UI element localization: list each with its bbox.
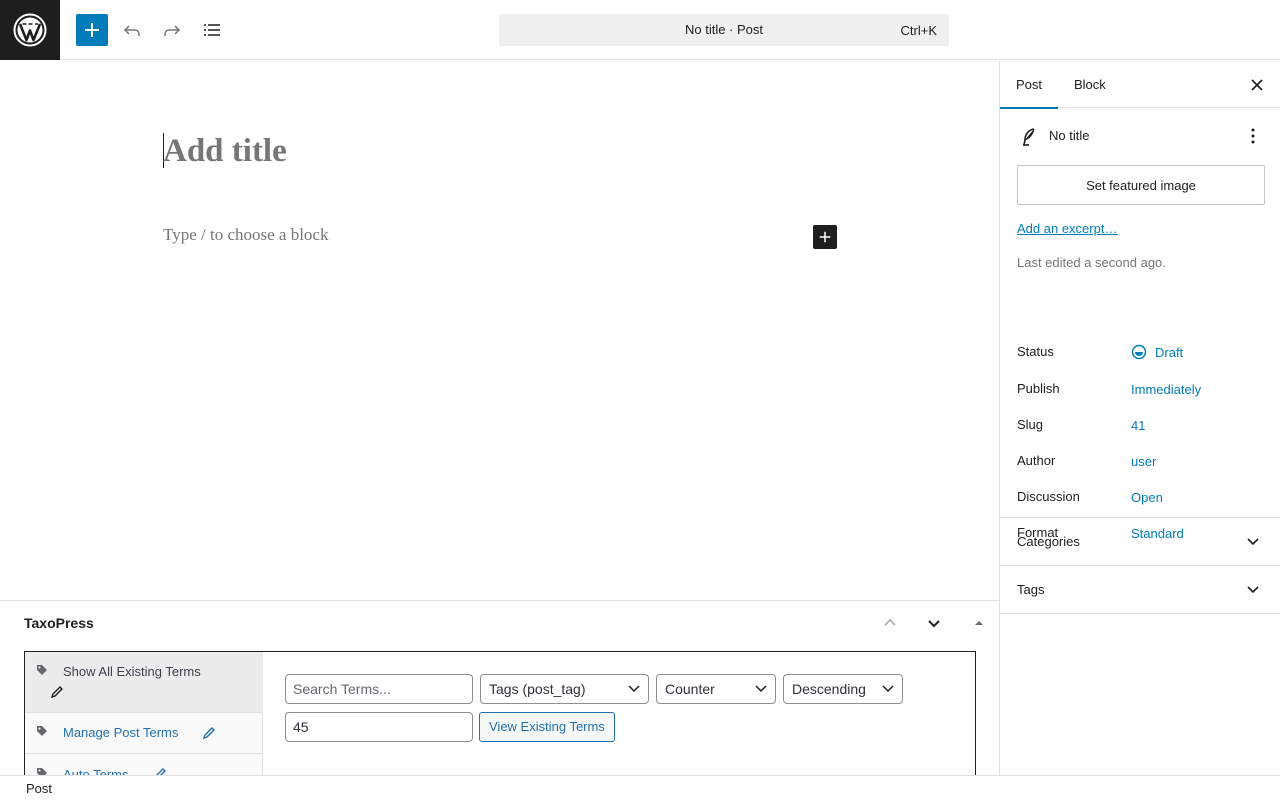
list-view-icon (204, 24, 220, 36)
meta-row-author: Author user (1017, 453, 1267, 473)
draft-status-icon (1131, 344, 1147, 360)
document-overview-button[interactable] (196, 14, 228, 46)
select-value: Tags (post_tag) (489, 681, 586, 697)
author-value[interactable]: user (1131, 454, 1156, 469)
meta-boxes-area: TaxoPress Show All Existing Terms Manage… (0, 600, 999, 775)
chevron-down-icon (928, 620, 940, 628)
editor-canvas: Add title Type / to choose a block (0, 61, 999, 600)
block-inserter-button[interactable] (76, 14, 108, 46)
tag-icon (37, 726, 47, 736)
nav-item-auto-terms[interactable]: Auto Terms (25, 754, 263, 775)
settings-sidebar: Post Block No title Set featured image A… (999, 61, 1280, 775)
panel-title: Categories (1017, 534, 1080, 549)
tag-icon (37, 665, 47, 675)
view-existing-terms-button[interactable]: View Existing Terms (479, 712, 615, 742)
chevron-down-icon (755, 685, 767, 693)
meta-key: Slug (1017, 417, 1044, 432)
post-title-label: No title (1049, 128, 1090, 143)
editor-footer: Post (0, 775, 1280, 800)
orderby-select[interactable]: Counter (656, 674, 776, 704)
taxonomy-select[interactable]: Tags (post_tag) (480, 674, 649, 704)
taxopress-panel: Show All Existing Terms Manage Post Term… (24, 651, 976, 775)
post-summary-panel: No title Set featured image Add an excer… (1000, 109, 1280, 541)
tag-icon (37, 768, 47, 775)
panel-tags[interactable]: Tags (1000, 566, 1280, 614)
post-title-input[interactable]: Add title (163, 133, 287, 170)
move-down-button[interactable] (922, 611, 946, 635)
meta-key: Publish (1017, 381, 1060, 396)
breadcrumb[interactable]: Post (26, 781, 52, 796)
metabox-title: TaxoPress (24, 615, 94, 631)
last-edited-text: Last edited a second ago. (1017, 255, 1166, 270)
nav-item-label: Show All Existing Terms (63, 664, 201, 679)
move-up-button[interactable] (878, 611, 902, 635)
command-palette-bar[interactable]: No title · Post Ctrl+K (499, 14, 949, 46)
slug-value[interactable]: 41 (1131, 418, 1145, 433)
redo-icon (164, 25, 181, 36)
pencil-icon[interactable] (153, 767, 167, 775)
meta-row-discussion: Discussion Open (1017, 489, 1267, 509)
wordpress-logo-icon[interactable] (0, 0, 60, 60)
tab-block[interactable]: Block (1058, 61, 1122, 108)
post-actions-button[interactable] (1241, 124, 1265, 148)
set-featured-image-button[interactable]: Set featured image (1017, 165, 1265, 205)
close-sidebar-button[interactable] (1245, 73, 1269, 97)
meta-row-slug: Slug 41 (1017, 417, 1267, 437)
taxopress-nav: Show All Existing Terms Manage Post Term… (25, 652, 263, 775)
nav-item-label[interactable]: Manage Post Terms (63, 725, 178, 740)
select-value: Descending (792, 681, 866, 697)
nav-item-manage-post-terms[interactable]: Manage Post Terms (25, 713, 263, 754)
select-value: Counter (665, 681, 715, 697)
meta-row-status: Status Draft (1017, 344, 1267, 364)
add-excerpt-link[interactable]: Add an excerpt… (1017, 221, 1117, 236)
chevron-down-icon (1247, 586, 1259, 594)
terms-limit-input[interactable] (285, 712, 473, 742)
toggle-panel-button[interactable] (967, 611, 991, 635)
chevron-down-icon (882, 685, 894, 693)
undo-icon (123, 25, 140, 36)
nav-item-show-all-terms[interactable]: Show All Existing Terms (25, 652, 263, 713)
meta-key: Author (1017, 453, 1056, 468)
order-select[interactable]: Descending (783, 674, 903, 704)
editor-header: No title · Post Ctrl+K (0, 0, 1280, 60)
document-title: No title · Post (684, 22, 764, 37)
chevron-down-icon (628, 685, 640, 693)
pencil-icon[interactable] (50, 685, 64, 699)
chevron-up-icon (884, 618, 896, 626)
meta-row-publish: Publish Immediately (1017, 381, 1267, 401)
panel-categories[interactable]: Categories (1000, 518, 1280, 566)
more-vertical-icon (1251, 128, 1255, 144)
search-terms-input[interactable] (285, 674, 473, 704)
pencil-icon[interactable] (202, 726, 216, 740)
undo-button[interactable] (116, 14, 148, 46)
keyboard-shortcut: Ctrl+K (900, 23, 937, 38)
discussion-value[interactable]: Open (1131, 490, 1163, 505)
nav-item-label[interactable]: Auto Terms (63, 767, 129, 775)
meta-key: Discussion (1017, 489, 1080, 504)
chevron-down-icon (1247, 538, 1259, 546)
plus-icon (85, 23, 99, 37)
meta-key: Status (1017, 344, 1054, 359)
block-appender[interactable]: Type / to choose a block (163, 225, 328, 245)
publish-value[interactable]: Immediately (1131, 382, 1201, 397)
triangle-up-icon (975, 621, 983, 625)
redo-button[interactable] (156, 14, 188, 46)
panel-title: Tags (1017, 582, 1045, 597)
feather-icon (1023, 128, 1035, 146)
add-block-button[interactable] (813, 225, 837, 249)
close-icon (1251, 79, 1263, 91)
tab-post[interactable]: Post (1000, 61, 1059, 109)
plus-icon (819, 231, 831, 243)
status-value[interactable]: Draft (1155, 345, 1183, 360)
sidebar-tabs: Post Block (1000, 61, 1280, 109)
